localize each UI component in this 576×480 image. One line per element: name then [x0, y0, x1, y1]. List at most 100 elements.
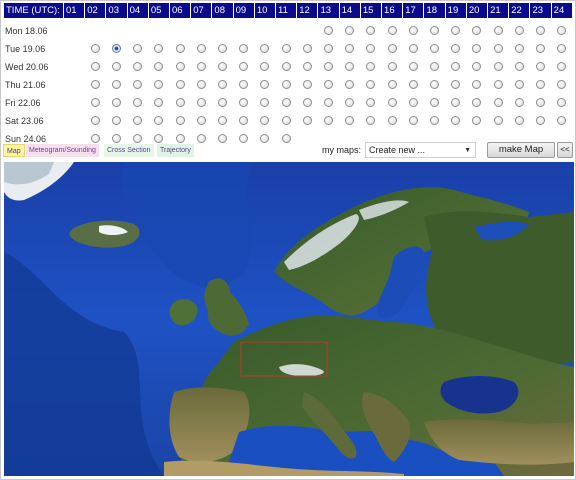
- europe-satellite-map[interactable]: [4, 162, 574, 476]
- make-map-button[interactable]: make Map: [487, 142, 555, 158]
- time-radio[interactable]: [154, 80, 164, 90]
- time-radio[interactable]: [281, 80, 291, 90]
- time-radio[interactable]: [260, 116, 270, 126]
- time-radio[interactable]: [387, 98, 397, 108]
- time-radio[interactable]: [430, 44, 440, 54]
- time-radio[interactable]: [387, 62, 397, 72]
- tab-meteogram-sounding[interactable]: Meteogram/Sounding: [26, 144, 99, 157]
- time-radio[interactable]: [90, 44, 100, 54]
- my-maps-select[interactable]: Create new ... ▼: [365, 142, 476, 158]
- time-radio[interactable]: [175, 44, 185, 54]
- time-radio[interactable]: [239, 44, 249, 54]
- time-radio[interactable]: [154, 62, 164, 72]
- tab-cross-section[interactable]: Cross Section: [104, 144, 154, 157]
- time-radio[interactable]: [472, 116, 482, 126]
- time-radio[interactable]: [154, 116, 164, 126]
- time-radio[interactable]: [514, 116, 524, 126]
- time-radio[interactable]: [175, 62, 185, 72]
- time-radio[interactable]: [366, 26, 376, 36]
- time-radio[interactable]: [514, 62, 524, 72]
- time-radio[interactable]: [175, 116, 185, 126]
- time-radio[interactable]: [557, 26, 567, 36]
- time-radio[interactable]: [387, 116, 397, 126]
- tab-map[interactable]: Map: [3, 144, 25, 157]
- time-radio[interactable]: [366, 80, 376, 90]
- time-radio[interactable]: [218, 44, 228, 54]
- time-radio[interactable]: [302, 80, 312, 90]
- time-radio[interactable]: [324, 26, 334, 36]
- time-radio[interactable]: [324, 80, 334, 90]
- time-radio[interactable]: [557, 80, 567, 90]
- time-radio[interactable]: [90, 80, 100, 90]
- time-radio[interactable]: [302, 44, 312, 54]
- time-radio[interactable]: [557, 98, 567, 108]
- time-radio[interactable]: [430, 62, 440, 72]
- time-radio[interactable]: [239, 116, 249, 126]
- time-radio[interactable]: [514, 80, 524, 90]
- time-radio[interactable]: [536, 116, 546, 126]
- time-radio[interactable]: [514, 98, 524, 108]
- time-radio[interactable]: [408, 62, 418, 72]
- time-radio[interactable]: [536, 26, 546, 36]
- time-radio[interactable]: [451, 98, 461, 108]
- time-radio[interactable]: [218, 80, 228, 90]
- time-radio[interactable]: [366, 44, 376, 54]
- time-radio[interactable]: [345, 62, 355, 72]
- time-radio[interactable]: [302, 98, 312, 108]
- time-radio[interactable]: [451, 44, 461, 54]
- time-radio[interactable]: [345, 116, 355, 126]
- time-radio[interactable]: [345, 98, 355, 108]
- time-radio[interactable]: [366, 98, 376, 108]
- time-radio[interactable]: [472, 62, 482, 72]
- time-radio[interactable]: [408, 116, 418, 126]
- time-radio[interactable]: [218, 98, 228, 108]
- time-radio[interactable]: [90, 62, 100, 72]
- collapse-button[interactable]: <<: [557, 142, 573, 158]
- time-radio[interactable]: [302, 62, 312, 72]
- time-radio[interactable]: [154, 98, 164, 108]
- time-radio[interactable]: [175, 80, 185, 90]
- time-radio[interactable]: [430, 26, 440, 36]
- time-radio[interactable]: [90, 116, 100, 126]
- time-radio[interactable]: [345, 44, 355, 54]
- time-radio[interactable]: [324, 62, 334, 72]
- time-radio[interactable]: [133, 44, 143, 54]
- time-radio[interactable]: [133, 116, 143, 126]
- time-radio[interactable]: [493, 116, 503, 126]
- time-radio[interactable]: [281, 98, 291, 108]
- time-radio[interactable]: [387, 80, 397, 90]
- time-radio[interactable]: [133, 62, 143, 72]
- time-radio[interactable]: [260, 62, 270, 72]
- time-radio[interactable]: [514, 44, 524, 54]
- time-radio[interactable]: [451, 62, 461, 72]
- time-radio[interactable]: [451, 26, 461, 36]
- time-radio[interactable]: [366, 116, 376, 126]
- time-radio[interactable]: [493, 26, 503, 36]
- time-radio[interactable]: [281, 116, 291, 126]
- time-radio[interactable]: [557, 62, 567, 72]
- time-radio[interactable]: [196, 98, 206, 108]
- time-radio[interactable]: [514, 26, 524, 36]
- time-radio[interactable]: [218, 62, 228, 72]
- time-radio[interactable]: [557, 116, 567, 126]
- time-radio[interactable]: [112, 62, 121, 72]
- time-radio[interactable]: [239, 98, 249, 108]
- time-radio[interactable]: [260, 98, 270, 108]
- time-radio[interactable]: [154, 44, 164, 54]
- time-radio[interactable]: [345, 26, 355, 36]
- time-radio[interactable]: [196, 116, 206, 126]
- time-radio[interactable]: [451, 80, 461, 90]
- time-radio[interactable]: [281, 62, 291, 72]
- time-radio[interactable]: [536, 62, 546, 72]
- time-radio[interactable]: [451, 116, 461, 126]
- time-radio[interactable]: [218, 116, 228, 126]
- time-radio[interactable]: [239, 80, 249, 90]
- time-radio[interactable]: [408, 44, 418, 54]
- time-radio[interactable]: [324, 44, 334, 54]
- time-radio[interactable]: [408, 80, 418, 90]
- time-radio[interactable]: [196, 44, 206, 54]
- time-radio[interactable]: [493, 62, 503, 72]
- time-radio[interactable]: [196, 80, 206, 90]
- time-radio[interactable]: [239, 62, 249, 72]
- time-radio[interactable]: [536, 98, 546, 108]
